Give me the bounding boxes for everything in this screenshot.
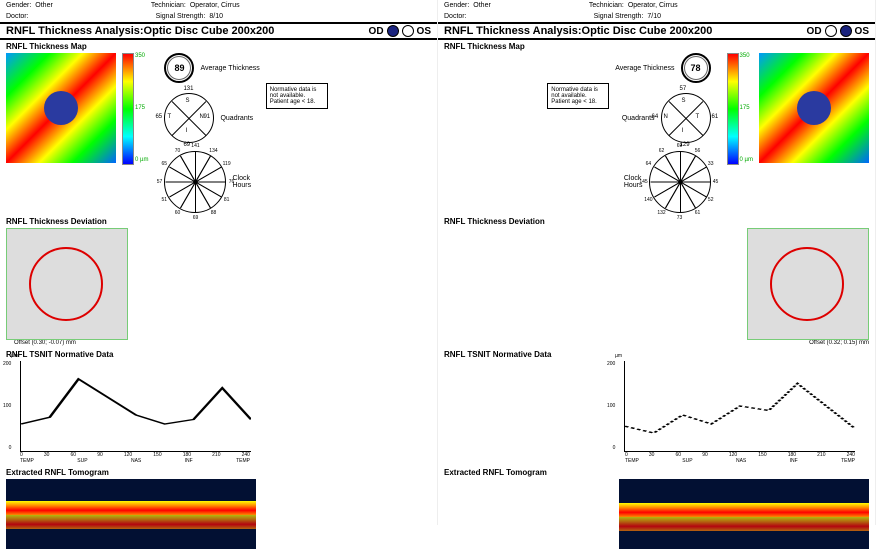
deviation-label: RNFL Thickness Deviation	[438, 215, 875, 226]
tsnit-plot-os: µm 2001000	[624, 361, 855, 452]
deviation-label: RNFL Thickness Deviation	[0, 215, 437, 226]
thickness-map	[6, 53, 116, 163]
meta-row-2: Doctor: Signal Strength:7/10	[438, 11, 875, 22]
analysis-title: RNFL Thickness Analysis:Optic Disc Cube …	[6, 25, 274, 37]
meta-row-1: Gender:Other Technician:Operator, Cirrus	[0, 0, 437, 11]
colorbar	[727, 53, 739, 165]
tsnit-label: RNFL TSNIT Normative Data	[0, 348, 437, 359]
quadrants: 57 64 129 N S T I 61 Quadrants	[615, 93, 710, 143]
tsnit-plot-od: µm 2001000	[20, 361, 251, 452]
normative-note: Normative data is not available. Patient…	[266, 83, 328, 109]
eye-os-label: OS	[417, 26, 431, 37]
report-os: Gender:Other Technician:Operator, Cirrus…	[438, 0, 876, 525]
meta-row-2: Doctor: Signal Strength:8/10	[0, 11, 437, 22]
eye-os-icon	[840, 25, 852, 37]
eye-od-icon	[825, 25, 837, 37]
normative-note: Normative data is not available. Patient…	[547, 83, 609, 109]
tomogram	[619, 479, 869, 549]
offset-text: Offset (0.30; -0.07) mm	[6, 340, 128, 346]
deviation-map	[747, 228, 869, 340]
eye-od-label: OD	[807, 26, 822, 37]
thickness-map-label: RNFL Thickness Map	[438, 40, 875, 51]
average-thickness: 78 Average Thickness	[615, 53, 710, 83]
thickness-map	[759, 53, 869, 163]
analysis-title: RNFL Thickness Analysis:Optic Disc Cube …	[444, 25, 712, 37]
tomogram-label: Extracted RNFL Tomogram	[0, 464, 437, 479]
eye-od-label: OD	[369, 26, 384, 37]
clock-hours: 141134119768188696051576570 Clock Hours	[164, 151, 259, 213]
title-bar: RNFL Thickness Analysis:Optic Disc Cube …	[0, 22, 437, 40]
tomogram-label: Extracted RNFL Tomogram	[438, 464, 875, 479]
thickness-map-label: RNFL Thickness Map	[0, 40, 437, 51]
title-bar: RNFL Thickness Analysis:Optic Disc Cube …	[438, 22, 875, 40]
clock-hours: 695633455261731321401456462 Clock Hours	[615, 151, 710, 213]
offset-text: Offset (0.32; 0.15) mm	[747, 340, 869, 346]
quadrants: 131 91 69 T S N I 65 Quadrants	[164, 93, 259, 143]
eye-od-icon	[387, 25, 399, 37]
tsnit-label: RNFL TSNIT Normative Data	[438, 348, 875, 359]
colorbar	[122, 53, 134, 165]
report-od: Gender:Other Technician:Operator, Cirrus…	[0, 0, 438, 525]
deviation-map	[6, 228, 128, 340]
meta-row-1: Gender:Other Technician:Operator, Cirrus	[438, 0, 875, 11]
eye-os-icon	[402, 25, 414, 37]
average-thickness: 89 Average Thickness	[164, 53, 259, 83]
tomogram	[6, 479, 256, 549]
eye-os-label: OS	[855, 26, 869, 37]
